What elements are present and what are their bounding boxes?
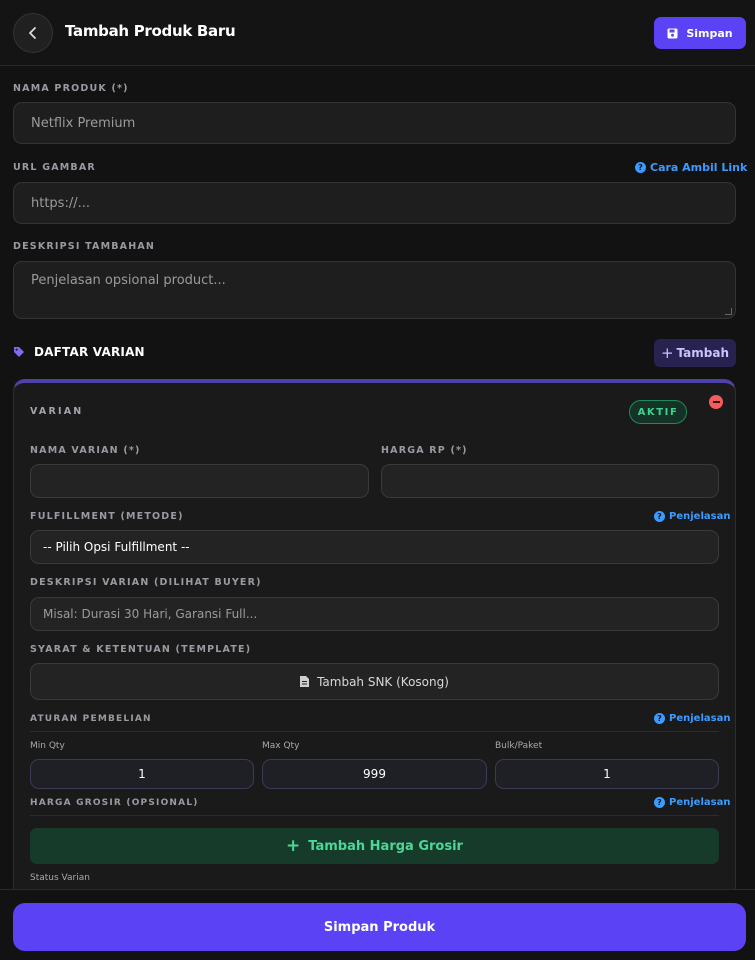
tag-icon [14, 347, 24, 357]
status-varian-label: Status Varian [30, 873, 90, 883]
fulfillment-label: FULFILLMENT (METODE) [30, 511, 184, 522]
add-snk-button[interactable]: Tambah SNK (Kosong) [30, 663, 719, 700]
description-textarea[interactable]: Penjelasan opsional product... [13, 261, 736, 319]
image-url-help-text: Cara Ambil Link [650, 161, 748, 174]
max-qty-label: Max Qty [262, 741, 300, 751]
back-button[interactable] [13, 13, 53, 53]
variant-name-input[interactable] [30, 464, 369, 498]
max-qty-input[interactable]: 999 [262, 759, 487, 789]
save-icon [667, 28, 678, 38]
bulk-input[interactable]: 1 [495, 759, 719, 789]
add-variant-label: Tambah [676, 346, 730, 360]
rules-help-text: Penjelasan [669, 713, 731, 724]
product-name-value: Netflix Premium [31, 115, 136, 131]
variant-price-label: HARGA RP (*) [381, 445, 468, 456]
chevron-left-icon [29, 27, 36, 39]
image-url-label: URL GAMBAR [13, 162, 96, 173]
status-badge: AKTIF [629, 400, 687, 424]
fulfillment-selected: -- Pilih Opsi Fulfillment -- [43, 540, 190, 554]
image-url-placeholder: https://... [31, 195, 90, 211]
save-product-button[interactable]: Simpan Produk [13, 903, 746, 951]
plus-icon: + [660, 344, 674, 362]
product-name-label: NAMA PRODUK (*) [13, 83, 129, 94]
question-icon: ? [654, 511, 665, 522]
description-label: DESKRIPSI TAMBAHAN [13, 241, 156, 252]
min-qty-input[interactable]: 1 [30, 759, 254, 789]
grosir-help-link[interactable]: ? Penjelasan [654, 797, 730, 808]
resize-handle[interactable] [725, 308, 732, 315]
variants-title-text: DAFTAR VARIAN [34, 345, 145, 359]
grosir-label: HARGA GROSIR (OPSIONAL) [30, 798, 199, 808]
max-qty-value: 999 [363, 767, 386, 781]
variant-desc-label: DESKRIPSI VARIAN (DILIHAT BUYER) [30, 577, 262, 588]
divider [30, 731, 719, 732]
variant-name-label: NAMA VARIAN (*) [30, 445, 141, 456]
question-icon: ? [654, 713, 665, 724]
rules-label: ATURAN PEMBELIAN [30, 714, 152, 724]
variant-card [13, 379, 736, 899]
plus-icon: + [286, 836, 301, 856]
grosir-help-text: Penjelasan [669, 797, 731, 808]
rules-help-link[interactable]: ? Penjelasan [654, 713, 730, 724]
add-snk-label: Tambah SNK (Kosong) [317, 674, 449, 689]
bulk-label: Bulk/Paket [495, 741, 543, 751]
page-title: Tambah Produk Baru [65, 22, 236, 40]
fulfillment-help-link[interactable]: ? Penjelasan [654, 511, 730, 522]
fulfillment-select[interactable]: -- Pilih Opsi Fulfillment -- [30, 530, 719, 564]
image-url-input[interactable]: https://... [13, 182, 736, 224]
variant-desc-placeholder: Misal: Durasi 30 Hari, Garansi Full... [43, 607, 258, 621]
product-name-input[interactable]: Netflix Premium [13, 102, 736, 144]
variant-price-input[interactable] [381, 464, 719, 498]
question-icon: ? [654, 797, 665, 808]
divider [30, 815, 719, 816]
add-grosir-button[interactable]: + Tambah Harga Grosir [30, 828, 719, 864]
file-icon [300, 676, 310, 687]
save-button-label: Simpan [686, 26, 733, 40]
min-qty-label: Min Qty [30, 741, 65, 751]
snk-label: SYARAT & KETENTUAN (TEMPLATE) [30, 644, 252, 655]
save-product-label: Simpan Produk [323, 919, 436, 935]
question-icon: ? [635, 162, 646, 173]
save-button[interactable]: Simpan [654, 17, 746, 49]
variants-section-title: DAFTAR VARIAN [13, 345, 145, 359]
add-grosir-label: Tambah Harga Grosir [308, 838, 463, 854]
bulk-value: 1 [603, 767, 611, 781]
remove-variant-icon[interactable] [709, 395, 723, 409]
variant-desc-input[interactable]: Misal: Durasi 30 Hari, Garansi Full... [30, 597, 719, 631]
variant-card-title: VARIAN [30, 406, 84, 417]
image-url-help-link[interactable]: ? Cara Ambil Link [635, 161, 747, 174]
description-placeholder: Penjelasan opsional product... [31, 273, 226, 288]
fulfillment-help-text: Penjelasan [669, 511, 731, 522]
add-variant-button[interactable]: + Tambah [654, 339, 736, 367]
min-qty-value: 1 [138, 767, 146, 781]
